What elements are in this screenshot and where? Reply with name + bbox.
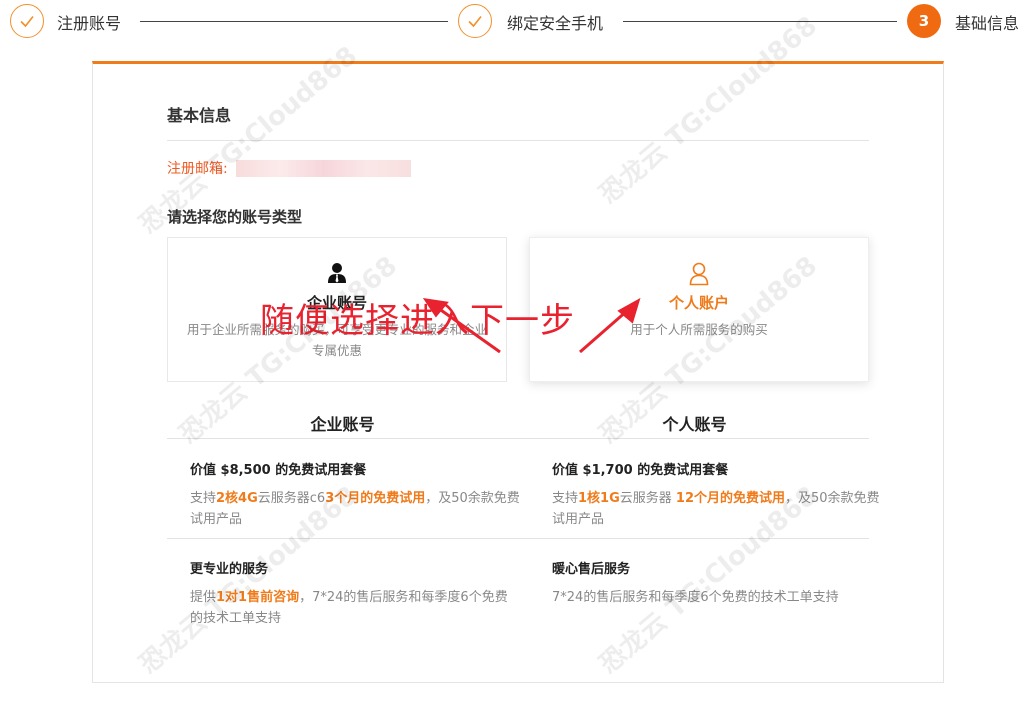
- feature-description: 提供1对1售前咨询，7*24的售后服务和每季度6个免费的技术工单支持: [190, 590, 508, 626]
- feature-description: 支持1核1G云服务器 12个月的免费试用，及50余款免费试用产品: [552, 491, 880, 527]
- email-value-redacted: [235, 159, 411, 177]
- enterprise-column-heading: 企业账号: [310, 415, 375, 434]
- email-row: 注册邮箱:: [167, 158, 411, 178]
- step-3-label: 基础信息: [955, 14, 1020, 33]
- step-1-label: 注册账号: [57, 14, 122, 33]
- step-2-check-icon: [458, 4, 492, 38]
- step-3-number-badge: 3: [907, 4, 941, 38]
- feature-title: 更专业的服务: [190, 562, 269, 577]
- feature-description: 支持2核4G云服务器c63个月的免费试用，及50余款免费试用产品: [190, 491, 520, 527]
- step-connector: [623, 21, 897, 22]
- personal-column-heading: 个人账号: [662, 415, 727, 434]
- basic-info-panel: 基本信息 注册邮箱: 请选择您的账号类型 企业账号 用于企业所需服务的购买，可享…: [92, 61, 944, 683]
- personal-trial-feature: 价值 $1,700 的免费试用套餐 支持1核1G云服务器 12个月的免费试用，及…: [552, 459, 882, 530]
- feature-title: 价值 $1,700 的免费试用套餐: [552, 463, 729, 478]
- feature-title: 暖心售后服务: [552, 562, 631, 577]
- enterprise-service-feature: 更专业的服务 提供1对1售前咨询，7*24的售后服务和每季度6个免费的技术工单支…: [190, 558, 520, 629]
- feature-title: 价值 $8,500 的免费试用套餐: [190, 463, 367, 478]
- annotation-text: 随便选择进入下一步: [260, 301, 575, 341]
- divider: [167, 438, 869, 439]
- step-2-label: 绑定安全手机: [507, 14, 604, 33]
- progress-stepper: 注册账号 绑定安全手机 3 基础信息: [0, 0, 1024, 44]
- step-1-check-icon: [10, 4, 44, 38]
- enterprise-trial-feature: 价值 $8,500 的免费试用套餐 支持2核4G云服务器c63个月的免费试用，及…: [190, 459, 520, 530]
- personal-card-title: 个人账户: [668, 294, 729, 312]
- personal-card-description: 用于个人所需服务的购买: [630, 322, 768, 337]
- step-connector: [140, 21, 448, 22]
- feature-description: 7*24的售后服务和每季度6个免费的技术工单支持: [552, 590, 839, 605]
- account-type-title: 请选择您的账号类型: [167, 208, 303, 226]
- section-title: 基本信息: [167, 106, 232, 125]
- divider: [167, 538, 869, 539]
- business-user-icon: [168, 262, 506, 286]
- email-label: 注册邮箱:: [167, 161, 228, 177]
- personal-account-card[interactable]: 个人账户 用于个人所需服务的购买: [529, 237, 869, 382]
- divider: [167, 140, 869, 141]
- person-icon: [530, 262, 868, 286]
- personal-service-feature: 暖心售后服务 7*24的售后服务和每季度6个免费的技术工单支持: [552, 558, 882, 608]
